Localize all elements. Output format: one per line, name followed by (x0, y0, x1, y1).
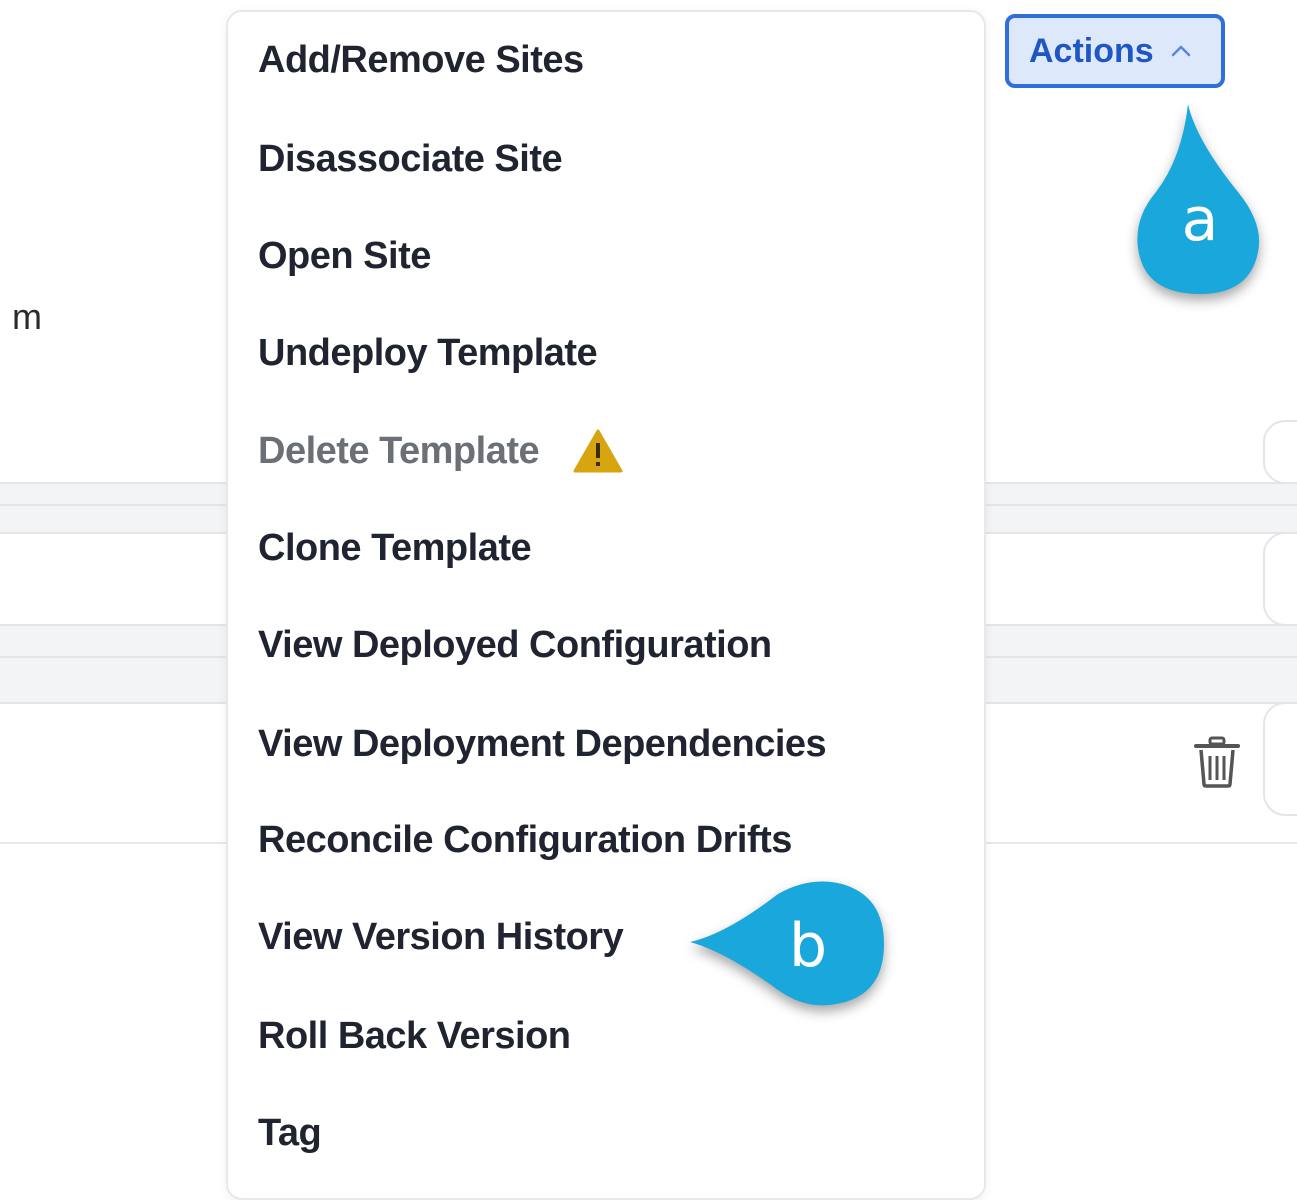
menu-item-label: View Deployed Configuration (258, 623, 772, 666)
menu-item-disassociate-site[interactable]: Disassociate Site (258, 129, 563, 189)
menu-item-label: View Deployment Dependencies (258, 722, 827, 765)
trash-icon[interactable] (1192, 736, 1242, 788)
menu-item-label: Roll Back Version (258, 1014, 571, 1057)
menu-item-label: Add/Remove Sites (258, 38, 584, 81)
menu-item-label: Undeploy Template (258, 331, 598, 374)
menu-item-delete-template: Delete Template (258, 421, 623, 481)
menu-item-view-version-history[interactable]: View Version History (258, 907, 624, 967)
chevron-up-icon (1171, 45, 1190, 57)
menu-item-tag[interactable]: Tag (258, 1103, 322, 1163)
menu-item-undeploy-template[interactable]: Undeploy Template (258, 323, 598, 383)
menu-item-view-deployment-dependencies[interactable]: View Deployment Dependencies (258, 714, 827, 774)
background-partial-text: m (12, 296, 42, 337)
menu-item-open-site[interactable]: Open Site (258, 226, 431, 286)
actions-dropdown-menu: Add/Remove Sites Disassociate Site Open … (226, 10, 986, 1200)
callout-label-b: b (788, 911, 828, 981)
menu-item-reconcile-configuration-drifts[interactable]: Reconcile Configuration Drifts (258, 810, 792, 870)
background-card-edge (1263, 532, 1297, 626)
menu-item-label: Delete Template (258, 429, 540, 472)
actions-button-label: Actions (1029, 31, 1154, 70)
menu-item-label: Disassociate Site (258, 137, 563, 180)
warning-icon (573, 429, 623, 473)
actions-button[interactable]: Actions (1005, 14, 1225, 88)
menu-item-roll-back-version[interactable]: Roll Back Version (258, 1006, 571, 1066)
menu-item-view-deployed-configuration[interactable]: View Deployed Configuration (258, 615, 772, 675)
callout-label-a: a (1181, 185, 1219, 255)
menu-item-label: Open Site (258, 234, 431, 277)
menu-item-add-remove-sites[interactable]: Add/Remove Sites (258, 30, 584, 90)
background-card-edge (1263, 420, 1297, 484)
menu-item-label: Clone Template (258, 526, 532, 569)
background-card-edge (1263, 702, 1297, 816)
menu-item-label: Reconcile Configuration Drifts (258, 818, 792, 861)
menu-item-clone-template[interactable]: Clone Template (258, 518, 532, 578)
menu-item-label: Tag (258, 1111, 322, 1154)
menu-item-label: View Version History (258, 915, 624, 958)
